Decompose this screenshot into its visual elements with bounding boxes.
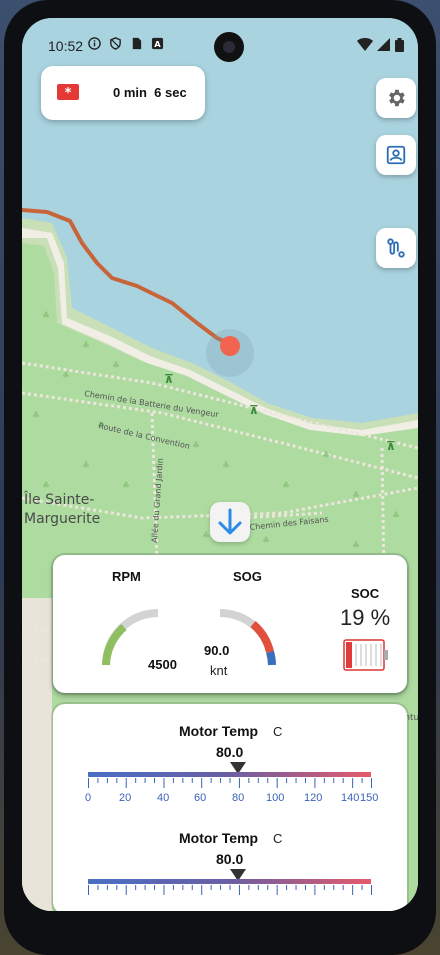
temp-value-1: 80.0 xyxy=(216,744,244,760)
temp-ticks-1 xyxy=(88,778,372,788)
tick-label: 100 xyxy=(266,792,285,804)
arrow-down-icon xyxy=(218,508,242,535)
front-camera xyxy=(214,32,244,62)
svg-text:♣: ♣ xyxy=(112,361,120,371)
recording-card[interactable]: * 0 min 6 sec xyxy=(41,66,205,120)
svg-text:♣: ♣ xyxy=(42,481,50,491)
map-label-island-line2: Marguerite xyxy=(24,511,100,527)
tick-label: 120 xyxy=(304,792,323,804)
map-label-island-line1: Île Sainte- xyxy=(23,490,94,508)
svg-text:♣: ♣ xyxy=(392,511,400,521)
svg-text:♣: ♣ xyxy=(262,536,270,546)
tick-label: 40 xyxy=(157,792,170,804)
wifi-icon xyxy=(357,38,373,51)
svg-text:♣: ♣ xyxy=(82,341,90,351)
temp-title-2: Motor Temp xyxy=(179,830,259,846)
temp-unit-1: C xyxy=(273,724,283,739)
tick-label: 20 xyxy=(119,792,132,804)
route-icon xyxy=(387,238,405,258)
tick-label: 0 xyxy=(85,792,92,804)
sog-label: SOG xyxy=(233,569,262,584)
temp-bar-1 xyxy=(88,772,371,777)
signal-icon xyxy=(377,38,390,51)
settings-button[interactable] xyxy=(376,78,416,118)
camera-record-icon: * xyxy=(57,84,79,100)
svg-text:♣: ♣ xyxy=(192,441,200,451)
gear-icon xyxy=(389,89,405,107)
svg-text:*: * xyxy=(65,86,72,100)
battery-level-icon xyxy=(343,639,388,671)
svg-text:⊼: ⊼ xyxy=(164,372,174,386)
vessel-position-marker xyxy=(220,336,240,356)
svg-text:⊼: ⊼ xyxy=(249,403,259,417)
a-icon: A xyxy=(151,37,164,49)
contact-icon xyxy=(386,145,406,165)
recording-duration: 0 min 6 sec xyxy=(113,85,187,100)
temp-value-2: 80.0 xyxy=(216,851,244,867)
gauges-card: RPM SOG SOC 4500 90.0 knt 19 % xyxy=(53,555,407,693)
temp-bar-2 xyxy=(88,879,371,884)
contact-button[interactable] xyxy=(376,135,416,175)
shield-icon xyxy=(110,37,121,50)
svg-text:♣: ♣ xyxy=(352,541,360,551)
temp-unit-2: C xyxy=(273,831,283,846)
temperature-card: Motor Temp C 80.0 0 20 40 60 80 100 120 … xyxy=(53,704,407,911)
info-icon xyxy=(88,37,101,50)
svg-text:♣: ♣ xyxy=(202,531,210,541)
temp-title-1: Motor Temp xyxy=(179,723,259,739)
svg-text:♣: ♣ xyxy=(282,481,290,491)
svg-text:♣: ♣ xyxy=(322,451,330,461)
temp-ticks-2 xyxy=(88,885,372,895)
rpm-label: RPM xyxy=(112,569,141,584)
phone-frame: ♣ ♣ ♣ ♣ ♣ ♣ ♣ ♣ ♣ ♣ ♣ ♣ ♣ ♣ ♣ ♣ ♣ ♣ ⊼ ⊼ ⊼ Chemin de la… xyxy=(4,0,436,955)
svg-text:♣: ♣ xyxy=(32,411,40,421)
svg-text:⊼: ⊼ xyxy=(386,439,396,453)
svg-text:♣: ♣ xyxy=(62,371,70,381)
battery-icon xyxy=(395,38,404,52)
soc-value: 19 % xyxy=(340,605,391,630)
sim-icon xyxy=(132,37,142,50)
sog-value: 90.0 xyxy=(204,643,230,658)
tick-label: 60 xyxy=(194,792,207,804)
tick-label: 140 xyxy=(341,792,360,804)
tick-label: 150 xyxy=(360,792,379,804)
svg-text:♣: ♣ xyxy=(42,311,50,321)
soc-label: SOC xyxy=(351,586,380,601)
svg-text:A: A xyxy=(154,39,161,49)
svg-text:♣: ♣ xyxy=(82,461,90,471)
route-button[interactable] xyxy=(376,228,416,268)
tick-label: 80 xyxy=(232,792,245,804)
collapse-panel-button[interactable] xyxy=(210,502,250,542)
svg-text:♣: ♣ xyxy=(122,481,130,491)
status-time: 10:52 xyxy=(48,38,84,54)
sog-unit: knt xyxy=(210,663,228,678)
svg-text:♣: ♣ xyxy=(222,461,230,471)
screen: ♣ ♣ ♣ ♣ ♣ ♣ ♣ ♣ ♣ ♣ ♣ ♣ ♣ ♣ ♣ ♣ ♣ ♣ ⊼ ⊼ ⊼ Chemin de la… xyxy=(22,18,418,911)
rpm-value: 4500 xyxy=(148,657,177,672)
svg-text:♣: ♣ xyxy=(352,491,360,501)
